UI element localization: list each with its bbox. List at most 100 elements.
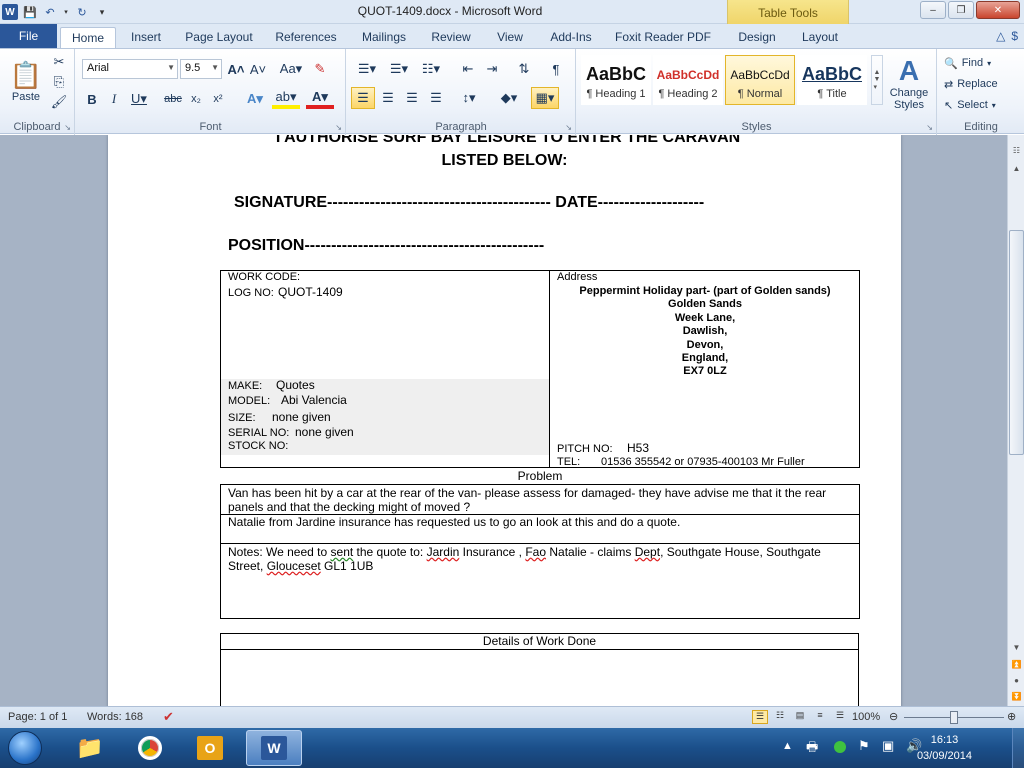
log-no-value[interactable]: QUOT-1409: [278, 285, 343, 299]
clock[interactable]: 16:13 03/09/2014: [917, 732, 972, 764]
tab-add-ins[interactable]: Add-Ins: [544, 27, 598, 48]
font-color-icon[interactable]: A▾: [306, 89, 334, 109]
center-icon[interactable]: ☰: [377, 87, 399, 109]
underline-icon[interactable]: U▾: [126, 89, 152, 109]
zoom-in-icon[interactable]: ⊕: [1007, 710, 1016, 723]
zoom-level[interactable]: 100%: [852, 711, 880, 723]
styles-launcher-icon[interactable]: ↘: [926, 123, 933, 132]
decrease-indent-icon[interactable]: ⇤: [457, 59, 479, 79]
tab-home[interactable]: Home: [60, 27, 116, 48]
change-styles-button[interactable]: A Change Styles: [885, 53, 933, 113]
align-left-icon[interactable]: ☰: [351, 87, 375, 109]
style-title[interactable]: AaBbC ¶ Title: [797, 55, 867, 105]
sort-icon[interactable]: ⇅: [513, 59, 535, 79]
increase-indent-icon[interactable]: ⇥: [481, 59, 503, 79]
text-effects-icon[interactable]: A▾: [242, 89, 268, 109]
style-normal[interactable]: AaBbCcDd ¶ Normal: [725, 55, 795, 105]
find-button[interactable]: 🔍 Find ▾: [944, 53, 1020, 73]
font-launcher-icon[interactable]: ↘: [335, 123, 342, 132]
borders-icon[interactable]: ▦▾: [531, 87, 559, 109]
ruler-toggle-icon[interactable]: ☷: [1009, 143, 1024, 158]
taskbar-outlook[interactable]: O: [182, 730, 238, 766]
document-page[interactable]: I AUTHORISE SURF BAY LEISURE TO ENTER TH…: [108, 135, 901, 706]
close-button[interactable]: ✕: [976, 1, 1020, 19]
style-heading-1[interactable]: AaBbC ¶ Heading 1: [581, 55, 651, 105]
align-right-icon[interactable]: ☰: [401, 87, 423, 109]
size-value[interactable]: none given: [272, 410, 331, 424]
scroll-thumb[interactable]: [1009, 230, 1024, 455]
bold-icon[interactable]: B: [82, 89, 102, 109]
taskbar-chrome[interactable]: [122, 730, 178, 766]
previous-page-icon[interactable]: ⏫: [1009, 657, 1024, 672]
clear-formatting-icon[interactable]: ✎: [308, 59, 332, 79]
web-layout-icon[interactable]: ▤: [792, 710, 808, 724]
pitch-no-value[interactable]: H53: [627, 441, 649, 455]
shading-icon[interactable]: ◆▾: [495, 87, 523, 109]
undo-icon[interactable]: ↶: [42, 4, 58, 20]
highlight-icon[interactable]: ab▾: [272, 89, 300, 109]
line-spacing-icon[interactable]: ↕▾: [455, 87, 483, 109]
vertical-scrollbar[interactable]: ☷ ▲ ▼ ⏫ ● ⏬: [1007, 135, 1024, 706]
tel-value[interactable]: 01536 355542 or 07935-400103 Mr Fuller: [601, 456, 805, 468]
zoom-out-icon[interactable]: ⊖: [889, 710, 898, 723]
select-button[interactable]: ↖ Select ▾: [944, 95, 1020, 115]
save-icon[interactable]: 💾: [22, 4, 38, 20]
select-browse-object-icon[interactable]: ●: [1009, 673, 1024, 688]
zoom-slider-thumb[interactable]: [950, 711, 958, 724]
copy-icon[interactable]: ⎘: [50, 73, 68, 91]
serial-no-value[interactable]: none given: [295, 425, 354, 439]
font-name-combo[interactable]: Arial ▼: [82, 59, 178, 79]
next-page-icon[interactable]: ⏬: [1009, 689, 1024, 704]
format-painter-icon[interactable]: 🖌: [50, 93, 68, 111]
styles-scroll-icon[interactable]: ▲ ▼ ▾: [871, 55, 883, 105]
full-screen-reading-icon[interactable]: ☷: [772, 710, 788, 724]
word-count[interactable]: Words: 168: [87, 711, 143, 723]
minimize-button[interactable]: –: [920, 1, 946, 19]
multilevel-list-icon[interactable]: ☷▾: [417, 59, 445, 79]
tab-review[interactable]: Review: [428, 27, 474, 48]
strikethrough-icon[interactable]: abc: [162, 89, 184, 109]
italic-icon[interactable]: I: [104, 89, 124, 109]
problem-text-1[interactable]: Van has been hit by a car at the rear of…: [228, 486, 853, 514]
notes-text[interactable]: Notes: We need to sent the quote to: Jar…: [228, 545, 848, 573]
justify-icon[interactable]: ☰: [425, 87, 447, 109]
undo-dropdown-icon[interactable]: ▾: [62, 4, 70, 20]
problem-text-2[interactable]: Natalie from Jardine insurance has reque…: [228, 515, 853, 529]
bullets-icon[interactable]: ☰▾: [353, 59, 381, 79]
scroll-up-icon[interactable]: ▲: [1009, 161, 1024, 176]
scroll-down-icon[interactable]: ▼: [1009, 640, 1024, 655]
grow-font-icon[interactable]: A˄: [226, 59, 246, 79]
show-hidden-icons-icon[interactable]: ▲: [782, 740, 793, 752]
tab-design[interactable]: Design: [732, 27, 782, 48]
printer-icon[interactable]: 🖶: [806, 738, 818, 760]
paragraph-launcher-icon[interactable]: ↘: [565, 123, 572, 132]
subscript-icon[interactable]: x₂: [186, 89, 206, 109]
page-count[interactable]: Page: 1 of 1: [8, 711, 67, 723]
help-icon[interactable]: $: [1011, 29, 1018, 43]
tab-insert[interactable]: Insert: [124, 27, 168, 48]
word-logo-icon[interactable]: W: [2, 4, 18, 20]
change-case-icon[interactable]: Aa▾: [278, 59, 304, 79]
network-icon[interactable]: ▣: [882, 738, 894, 754]
restore-button[interactable]: ❐: [948, 1, 974, 19]
show-desktop-button[interactable]: [1012, 728, 1024, 768]
tab-layout[interactable]: Layout: [796, 27, 844, 48]
style-heading-2[interactable]: AaBbCcDd ¶ Heading 2: [653, 55, 723, 105]
replace-button[interactable]: ⇄ Replace: [944, 74, 1020, 94]
status-indicator-icon[interactable]: [834, 741, 846, 753]
tab-view[interactable]: View: [490, 27, 530, 48]
cut-icon[interactable]: ✂: [50, 53, 68, 71]
start-button[interactable]: [8, 731, 42, 765]
clipboard-launcher-icon[interactable]: ↘: [64, 123, 71, 132]
customize-qat-icon[interactable]: ▾: [94, 4, 110, 20]
tab-references[interactable]: References: [272, 27, 340, 48]
tab-mailings[interactable]: Mailings: [356, 27, 412, 48]
shrink-font-icon[interactable]: A˅: [248, 59, 268, 79]
tab-file[interactable]: File: [0, 24, 57, 48]
font-size-combo[interactable]: 9.5 ▼: [180, 59, 222, 79]
taskbar-explorer[interactable]: 📁: [62, 730, 118, 766]
outline-icon[interactable]: ≡: [812, 710, 828, 724]
make-value[interactable]: Quotes: [276, 378, 315, 392]
tab-page-layout[interactable]: Page Layout: [182, 27, 256, 48]
collapse-ribbon-icon[interactable]: △: [996, 29, 1005, 43]
